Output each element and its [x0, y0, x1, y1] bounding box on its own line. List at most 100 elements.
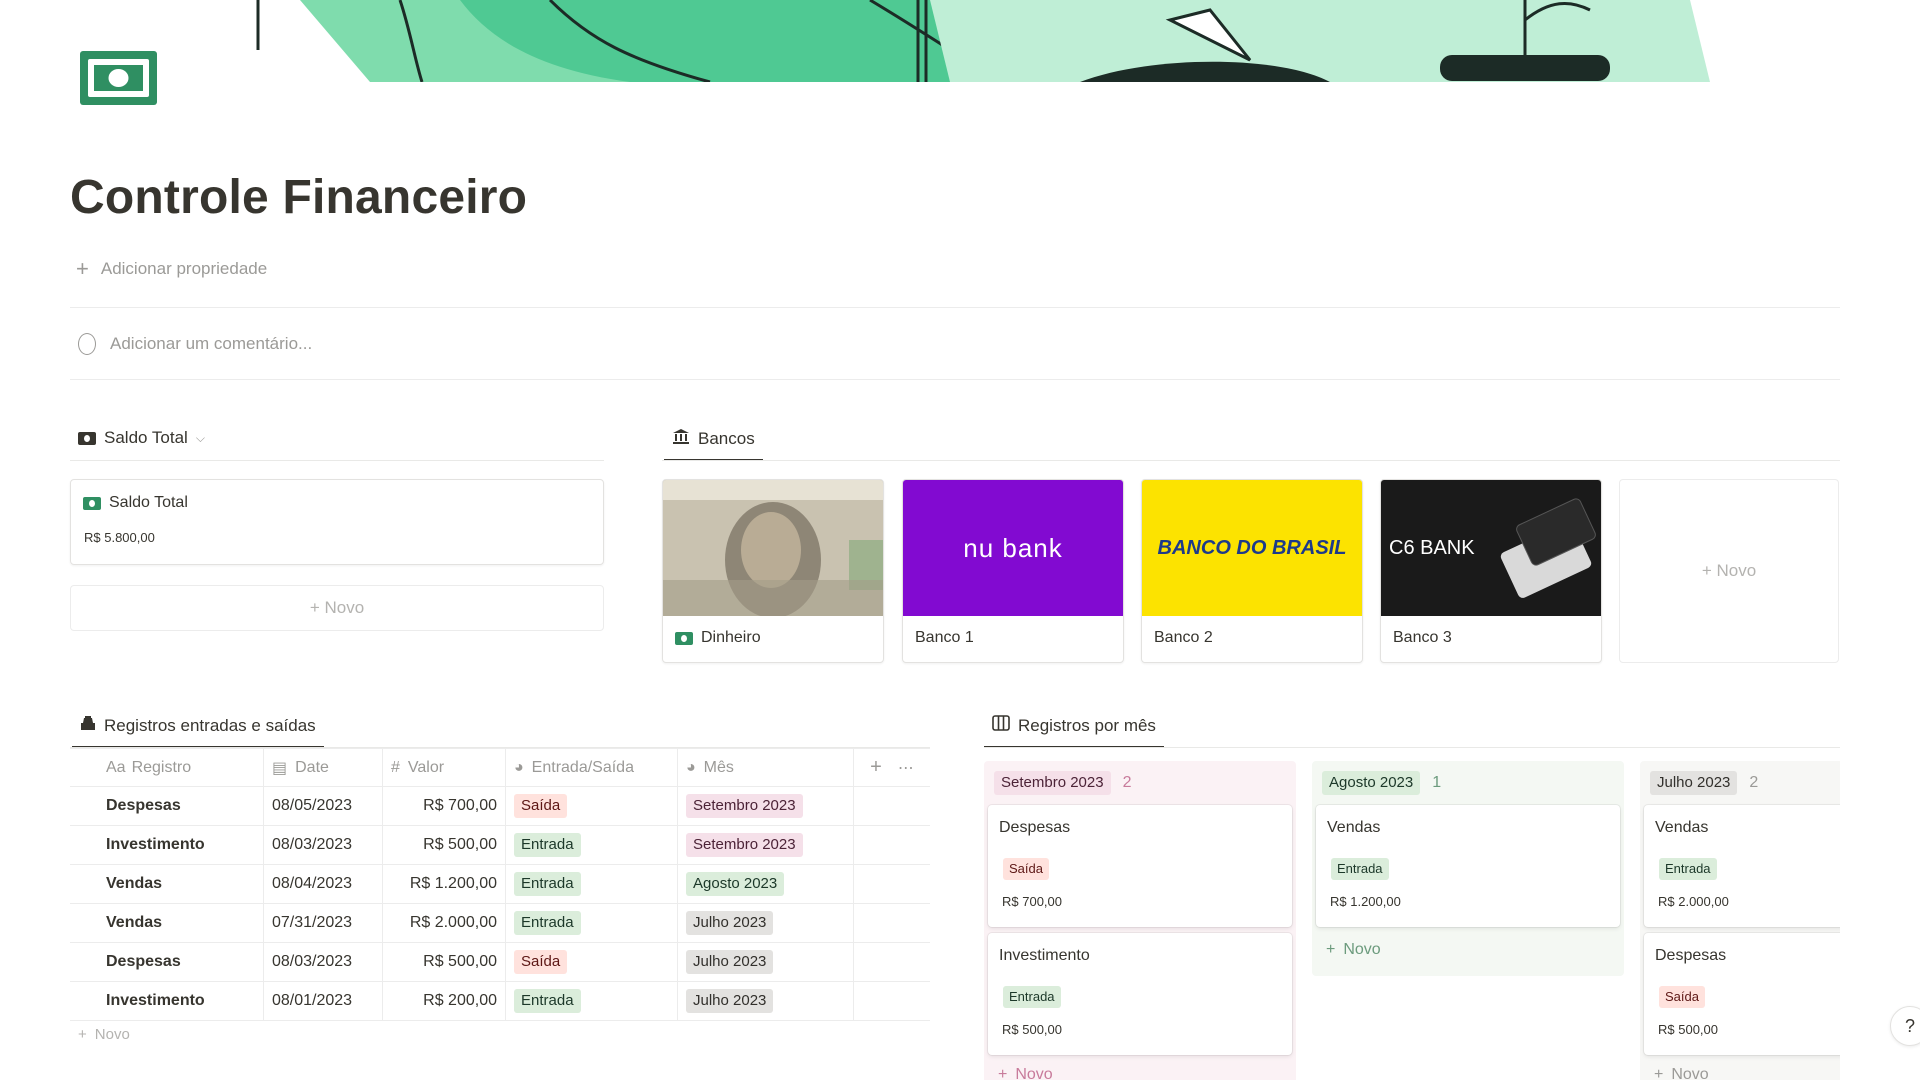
- tab-label: Saldo Total: [104, 428, 188, 447]
- column-header-valor[interactable]: # Valor: [383, 749, 506, 786]
- banco-do-brasil-logo: BANCO DO BRASIL: [1142, 480, 1362, 616]
- new-card-button[interactable]: + Novo: [1326, 941, 1381, 959]
- mes-tag: Setembro 2023: [686, 794, 803, 818]
- plus-icon: +: [76, 256, 89, 281]
- new-card-button[interactable]: + Novo: [1654, 1066, 1709, 1080]
- cell-valor: R$ 500,00: [383, 943, 506, 981]
- new-bank-button[interactable]: + Novo: [1619, 479, 1839, 663]
- card-value: R$ 1.200,00: [1330, 894, 1401, 909]
- cell-registro[interactable]: Vendas: [70, 904, 264, 942]
- bank-card-banco-2[interactable]: BANCO DO BRASIL Banco 2: [1141, 479, 1363, 663]
- table-row[interactable]: Despesas 08/05/2023 R$ 700,00 Saída Sete…: [70, 787, 930, 826]
- table-row[interactable]: Vendas 07/31/2023 R$ 2.000,00 Entrada Ju…: [70, 904, 930, 943]
- new-row-label: Novo: [94, 1025, 130, 1043]
- cell-valor: R$ 700,00: [383, 787, 506, 825]
- table-row[interactable]: Despesas 08/03/2023 R$ 500,00 Saída Julh…: [70, 943, 930, 982]
- card-value: R$ 5.800,00: [84, 530, 155, 545]
- number-icon: #: [391, 758, 400, 776]
- add-column-icon[interactable]: +: [870, 756, 882, 779]
- column-header[interactable]: Agosto 2023 1: [1322, 771, 1441, 795]
- tipo-tag: Entrada: [514, 911, 581, 935]
- table-row[interactable]: Vendas 08/04/2023 R$ 1.200,00 Entrada Ag…: [70, 865, 930, 904]
- cell-mes: Julho 2023: [678, 904, 854, 942]
- new-row-button[interactable]: + Novo: [70, 1021, 930, 1047]
- cell-date: 08/03/2023: [264, 943, 383, 981]
- board-card[interactable]: Vendas Entrada R$ 2.000,00: [1644, 805, 1840, 927]
- cell-registro[interactable]: Investimento: [70, 982, 264, 1020]
- cell-tipo: Saída: [506, 943, 678, 981]
- kanban-board: Setembro 2023 2 Despesas Saída R$ 700,00…: [984, 761, 1840, 1080]
- tab-registros-por-mes[interactable]: Registros por mês: [984, 715, 1164, 748]
- table-row[interactable]: Investimento 08/01/2023 R$ 200,00 Entrad…: [70, 982, 930, 1021]
- calendar-icon: ▤: [272, 759, 288, 777]
- cell-tipo: Entrada: [506, 865, 678, 903]
- board-column-setembro: Setembro 2023 2 Despesas Saída R$ 700,00…: [984, 761, 1296, 1080]
- money-icon: [83, 496, 101, 510]
- bank-card-banco-3[interactable]: C6 BANK Banco 3: [1380, 479, 1602, 663]
- table-row[interactable]: Investimento 08/03/2023 R$ 500,00 Entrad…: [70, 826, 930, 865]
- tab-label: Registros por mês: [1018, 715, 1156, 735]
- select-icon: ◕: [514, 758, 524, 776]
- column-count: 1: [1432, 774, 1442, 791]
- new-card-button[interactable]: + Novo: [998, 1066, 1053, 1080]
- cell-registro[interactable]: Investimento: [70, 826, 264, 864]
- card-title-text: Saldo Total: [109, 494, 188, 511]
- column-header-tipo[interactable]: ◕ Entrada/Saída: [506, 749, 678, 786]
- cell-date: 08/03/2023: [264, 826, 383, 864]
- column-header-date[interactable]: ▤ Date: [264, 749, 383, 786]
- tipo-tag: Entrada: [514, 872, 581, 896]
- more-icon[interactable]: ⋯: [898, 758, 914, 778]
- cell-registro[interactable]: Vendas: [70, 865, 264, 903]
- column-header-registro[interactable]: Aa Registro: [70, 749, 264, 786]
- text-type-icon: Aa: [106, 758, 126, 776]
- bank-card-dinheiro[interactable]: Dinheiro: [662, 479, 884, 663]
- column-count: 2: [1749, 774, 1759, 791]
- cell-empty: [854, 943, 930, 981]
- bank-label: Dinheiro: [675, 629, 761, 647]
- tab-bancos[interactable]: Bancos: [664, 428, 763, 461]
- divider: [70, 379, 1840, 380]
- view-divider: [984, 747, 1840, 748]
- card-title: Investimento: [999, 947, 1090, 964]
- new-saldo-button[interactable]: + Novo: [70, 585, 604, 631]
- cover-illustration: [256, 0, 1710, 82]
- tab-registros[interactable]: Registros entradas e saídas: [72, 715, 324, 748]
- help-button[interactable]: ?: [1890, 1006, 1920, 1046]
- board-card[interactable]: Despesas Saída R$ 700,00: [988, 805, 1292, 927]
- card-value: R$ 2.000,00: [1658, 894, 1729, 909]
- card-title: Vendas: [1655, 819, 1709, 836]
- add-property-button[interactable]: + Adicionar propriedade: [76, 258, 267, 280]
- bank-label: Banco 2: [1154, 629, 1213, 647]
- board-card[interactable]: Investimento Entrada R$ 500,00: [988, 933, 1292, 1055]
- bank-card-banco-1[interactable]: nu bank Banco 1: [902, 479, 1124, 663]
- table-header: Aa Registro ▤ Date # Valor ◕ Entrada/Saída ◕…: [70, 748, 930, 787]
- logo-text: BANCO DO BRASIL: [1157, 536, 1347, 559]
- tipo-tag: Entrada: [1659, 858, 1717, 880]
- column-header[interactable]: Setembro 2023 2: [994, 771, 1131, 795]
- column-title: Agosto 2023: [1322, 771, 1421, 795]
- board-card[interactable]: Vendas Entrada R$ 1.200,00: [1316, 805, 1620, 927]
- tipo-tag: Entrada: [1331, 858, 1389, 880]
- cell-empty: [854, 826, 930, 864]
- cell-registro[interactable]: Despesas: [70, 787, 264, 825]
- board-card[interactable]: Despesas Saída R$ 500,00: [1644, 933, 1840, 1055]
- money-page-icon[interactable]: [80, 51, 157, 105]
- header-label: Date: [295, 758, 329, 776]
- saldo-total-card[interactable]: Saldo Total R$ 5.800,00: [70, 479, 604, 565]
- money-icon: [78, 431, 96, 445]
- cell-tipo: Entrada: [506, 904, 678, 942]
- cell-valor: R$ 200,00: [383, 982, 506, 1020]
- column-header-mes[interactable]: ◕ Mês: [678, 749, 854, 786]
- select-icon: ◕: [686, 758, 696, 776]
- column-header[interactable]: Julho 2023 2: [1650, 771, 1758, 795]
- tab-label: Registros entradas e saídas: [104, 715, 316, 735]
- new-card-label: Novo: [1015, 1066, 1053, 1080]
- tipo-tag: Entrada: [514, 989, 581, 1013]
- column-title: Setembro 2023: [994, 771, 1111, 795]
- tab-saldo-total[interactable]: Saldo Total ⌵: [78, 428, 205, 448]
- cell-registro[interactable]: Despesas: [70, 943, 264, 981]
- add-comment-input[interactable]: Adicionar um comentário...: [78, 333, 312, 355]
- column-title: Julho 2023: [1650, 771, 1738, 795]
- bank-name: Banco 3: [1393, 629, 1452, 646]
- chevron-down-icon: ⌵: [195, 430, 205, 445]
